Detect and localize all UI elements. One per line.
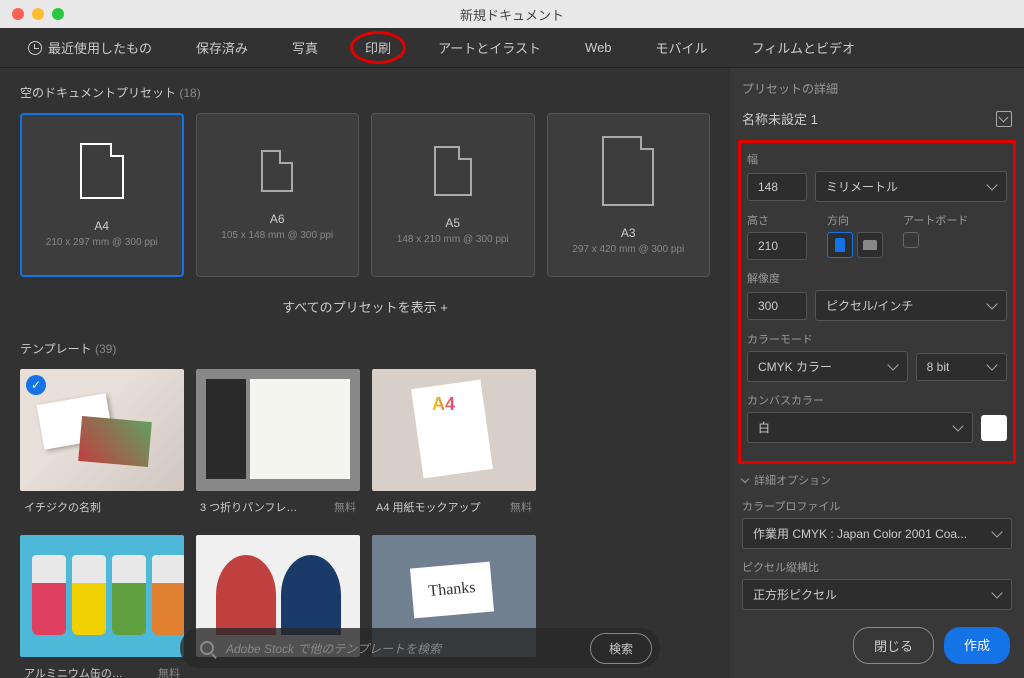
artboard-label: アートボード [903, 212, 968, 228]
chevron-down-icon [991, 526, 1002, 537]
show-all-presets[interactable]: すべてのプリセットを表示 + [20, 297, 710, 316]
window-title: 新規ドキュメント [460, 5, 564, 24]
preset-a6[interactable]: A6 105 x 148 mm @ 300 ppi [196, 113, 360, 277]
canvas-color-label: カンバスカラー [747, 392, 1007, 408]
tab-web[interactable]: Web [573, 34, 624, 61]
template-item[interactable]: アルミニウム缶の…無料 [20, 535, 184, 678]
tab-photo[interactable]: 写真 [280, 32, 330, 63]
landscape-icon [863, 240, 877, 250]
orientation-landscape[interactable] [857, 232, 883, 258]
search-icon [200, 641, 214, 655]
width-label: 幅 [747, 151, 1007, 167]
bit-depth-dropdown[interactable]: 8 bit [916, 353, 1007, 381]
orientation-portrait[interactable] [827, 232, 853, 258]
chevron-down-icon [986, 179, 997, 190]
document-icon [261, 150, 293, 192]
resolution-label: 解像度 [747, 270, 1007, 286]
document-icon [602, 136, 654, 206]
chevron-down-icon [952, 420, 963, 431]
window-controls [0, 8, 64, 20]
left-panel: 空のドキュメントプリセット (18) A4 210 x 297 mm @ 300… [0, 68, 730, 678]
height-input[interactable]: 210 [747, 232, 807, 260]
chevron-down-icon [986, 298, 997, 309]
template-thumbnail [20, 535, 184, 657]
preset-a4[interactable]: A4 210 x 297 mm @ 300 ppi [20, 113, 184, 277]
preset-section-title: 空のドキュメントプリセット (18) [20, 84, 710, 101]
chevron-down-icon [991, 587, 1002, 598]
close-button[interactable]: 閉じる [853, 627, 934, 664]
check-icon: ✓ [26, 375, 46, 395]
tab-mobile[interactable]: モバイル [644, 32, 720, 63]
minimize-window-icon[interactable] [32, 8, 44, 20]
category-tabs: 最近使用したもの 保存済み 写真 印刷 アートとイラスト Web モバイル フィ… [0, 28, 1024, 68]
canvas-color-dropdown[interactable]: 白 [747, 412, 973, 443]
preset-name-input[interactable]: 名称未設定 1 [742, 109, 818, 128]
tab-art[interactable]: アートとイラスト [426, 32, 553, 63]
color-mode-dropdown[interactable]: CMYK カラー [747, 351, 908, 382]
search-input[interactable]: Adobe Stock で他のテンプレートを検索 [226, 640, 578, 657]
search-button[interactable]: 検索 [590, 633, 652, 664]
orientation-label: 方向 [827, 212, 883, 228]
create-button[interactable]: 作成 [944, 627, 1010, 664]
details-title: プリセットの詳細 [738, 80, 1016, 97]
tab-film[interactable]: フィルムとビデオ [740, 32, 867, 63]
chevron-down-icon [887, 359, 898, 370]
titlebar: 新規ドキュメント [0, 0, 1024, 28]
height-label: 高さ [747, 212, 807, 228]
unit-dropdown[interactable]: ミリメートル [815, 171, 1007, 202]
document-icon [80, 143, 124, 199]
canvas-color-swatch[interactable] [981, 415, 1007, 441]
portrait-icon [835, 238, 845, 252]
template-item[interactable]: A4 用紙モックアップ無料 [372, 369, 536, 523]
advanced-options-toggle[interactable]: 詳細オプション [738, 472, 1016, 488]
width-input[interactable]: 148 [747, 173, 807, 201]
template-thumbnail [372, 369, 536, 491]
chevron-down-icon [741, 474, 749, 482]
save-preset-icon[interactable] [996, 111, 1012, 127]
template-section-title: テンプレート (39) [20, 340, 710, 357]
artboard-checkbox[interactable] [903, 232, 919, 248]
resolution-unit-dropdown[interactable]: ピクセル/インチ [815, 290, 1007, 321]
document-icon [434, 146, 472, 196]
template-item[interactable]: ✓ イチジクの名刺 [20, 369, 184, 523]
tab-recent[interactable]: 最近使用したもの [16, 32, 164, 63]
tab-saved[interactable]: 保存済み [184, 32, 260, 63]
color-profile-label: カラープロファイル [742, 498, 1012, 514]
color-mode-label: カラーモード [747, 331, 1007, 347]
color-profile-dropdown[interactable]: 作業用 CMYK : Japan Color 2001 Coa... [742, 518, 1012, 549]
maximize-window-icon[interactable] [52, 8, 64, 20]
highlighted-settings: 幅 148 ミリメートル 高さ 210 方向 アートボード [738, 140, 1016, 464]
pixel-ratio-label: ピクセル縦横比 [742, 559, 1012, 575]
preset-details-panel: プリセットの詳細 名称未設定 1 幅 148 ミリメートル 高さ 210 方向 [730, 68, 1024, 678]
template-thumbnail [196, 369, 360, 491]
template-thumbnail: ✓ [20, 369, 184, 491]
preset-a3[interactable]: A3 297 x 420 mm @ 300 ppi [547, 113, 711, 277]
pixel-ratio-dropdown[interactable]: 正方形ピクセル [742, 579, 1012, 610]
search-bar: Adobe Stock で他のテンプレートを検索 検索 [180, 628, 660, 668]
preset-a5[interactable]: A5 148 x 210 mm @ 300 ppi [371, 113, 535, 277]
close-window-icon[interactable] [12, 8, 24, 20]
chevron-down-icon [986, 359, 997, 370]
clock-icon [28, 41, 42, 55]
template-item[interactable]: 3 つ折りパンフレ…無料 [196, 369, 360, 523]
tab-print[interactable]: 印刷 [350, 31, 406, 64]
resolution-input[interactable]: 300 [747, 292, 807, 320]
